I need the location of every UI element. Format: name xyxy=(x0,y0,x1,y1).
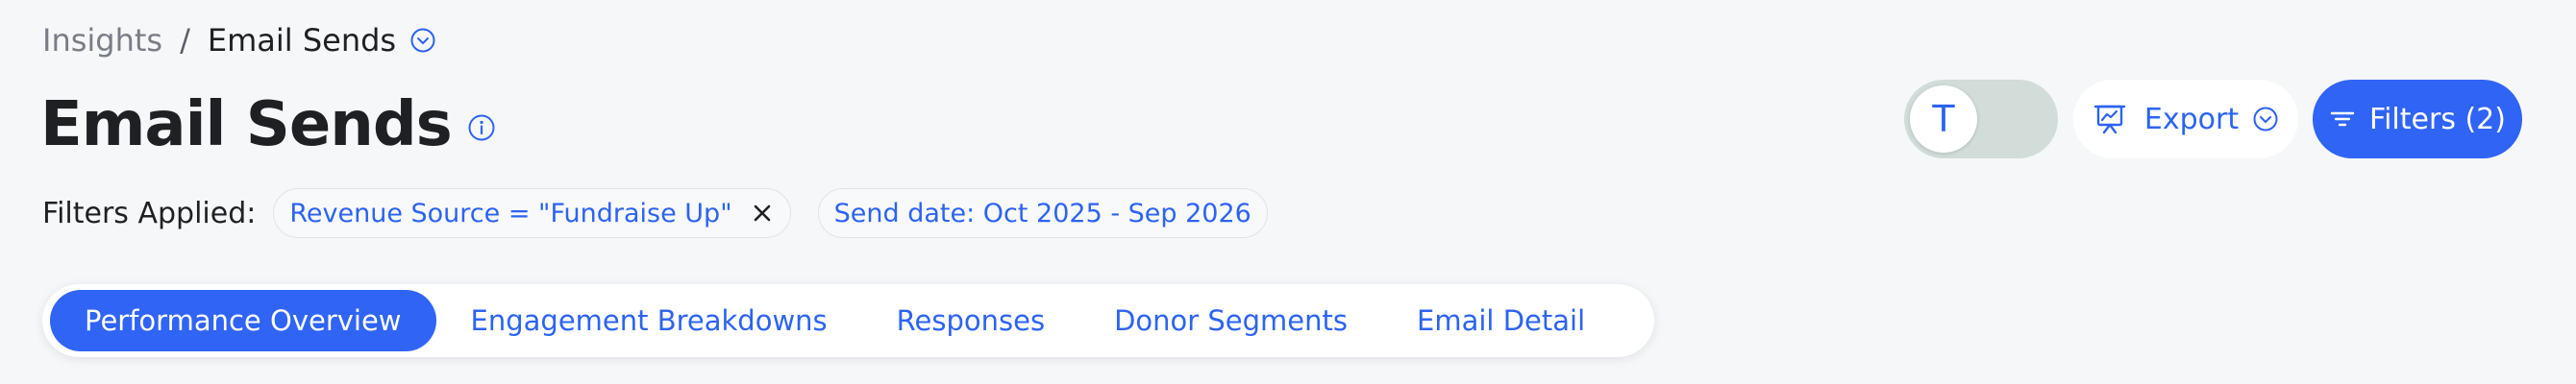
presentation-chart-icon xyxy=(2093,102,2127,136)
title-row: Email Sends xyxy=(40,84,496,165)
chevron-down-circle-icon[interactable] xyxy=(409,27,436,54)
close-icon[interactable] xyxy=(750,201,775,226)
tab-performance-overview[interactable]: Performance Overview xyxy=(50,290,436,351)
filter-chip-label: Send date: Oct 2025 - Sep 2026 xyxy=(833,198,1251,228)
tab-engagement-breakdowns[interactable]: Engagement Breakdowns xyxy=(436,290,862,351)
filters-applied-row: Filters Applied: Revenue Source = "Fundr… xyxy=(42,186,1295,240)
chevron-down-circle-icon xyxy=(2252,106,2279,132)
filter-lines-icon xyxy=(2329,106,2356,132)
filter-chip-revenue-source[interactable]: Revenue Source = "Fundraise Up" xyxy=(273,188,791,238)
tab-bar: Performance Overview Engagement Breakdow… xyxy=(42,284,1655,357)
filter-chip-label: Revenue Source = "Fundraise Up" xyxy=(289,198,732,228)
tab-email-detail[interactable]: Email Detail xyxy=(1382,290,1620,351)
tab-donor-segments[interactable]: Donor Segments xyxy=(1079,290,1382,351)
theme-toggle[interactable]: T xyxy=(1904,80,2058,158)
filters-applied-label: Filters Applied: xyxy=(42,196,257,230)
filters-label: Filters (2) xyxy=(2369,102,2506,136)
filter-chip-send-date[interactable]: Send date: Oct 2025 - Sep 2026 xyxy=(817,188,1268,238)
breadcrumb-current: Email Sends xyxy=(207,22,397,59)
breadcrumb-insights-link[interactable]: Insights xyxy=(42,22,162,59)
tab-responses[interactable]: Responses xyxy=(862,290,1079,351)
breadcrumb: Insights / Email Sends xyxy=(42,17,436,63)
info-icon[interactable] xyxy=(467,113,496,142)
toggle-knob: T xyxy=(1910,85,1977,153)
export-button[interactable]: Export xyxy=(2073,80,2298,158)
page-title: Email Sends xyxy=(40,89,453,160)
breadcrumb-separator: / xyxy=(180,22,190,59)
filters-button[interactable]: Filters (2) xyxy=(2313,80,2522,158)
export-label: Export xyxy=(2143,102,2240,136)
